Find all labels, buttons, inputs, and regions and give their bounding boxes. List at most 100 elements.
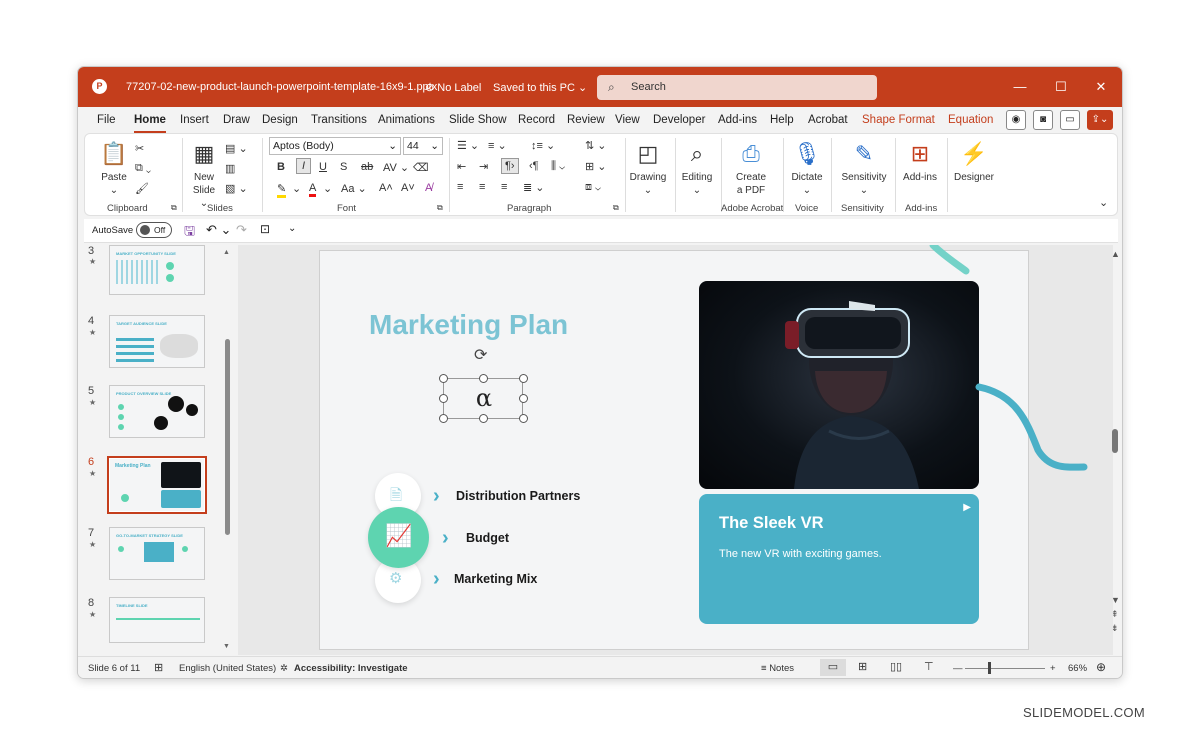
tab-draw[interactable]: Draw	[223, 114, 250, 126]
shadow-icon[interactable]: S	[340, 161, 347, 173]
tab-acrobat[interactable]: Acrobat	[808, 114, 848, 126]
thumbnail-slide-6[interactable]: Marketing Plan	[107, 456, 207, 514]
text-direction-icon[interactable]: ⇅ ⌄	[585, 139, 607, 152]
notes-button[interactable]: ≡ Notes	[761, 663, 794, 674]
tab-view[interactable]: View	[615, 114, 640, 126]
copy-icon[interactable]: ⧉ ⌄	[135, 162, 151, 175]
ltr-icon[interactable]: ¶›	[501, 158, 519, 174]
dialog-launcher-icon[interactable]: ⧉	[613, 203, 619, 213]
reset-icon[interactable]: ▥	[225, 162, 235, 175]
change-case-icon[interactable]: ⌫	[413, 161, 429, 174]
tab-equation[interactable]: Equation	[948, 114, 993, 126]
line-spacing-icon[interactable]: ↕≡ ⌄	[531, 139, 555, 152]
autosave-toggle[interactable]: Off	[136, 222, 172, 238]
editing-button[interactable]: ⌕ Editing ⌄	[679, 140, 715, 197]
scroll-up-icon[interactable]: ▲	[1111, 249, 1120, 259]
comments-icon[interactable]: ▭	[1060, 110, 1080, 130]
italic-icon[interactable]: I	[296, 158, 312, 174]
create-pdf-button[interactable]: ⎙ Create a PDF	[731, 140, 771, 197]
tab-record[interactable]: Record	[518, 114, 555, 126]
tab-home[interactable]: Home	[134, 114, 166, 133]
underline-icon[interactable]: U	[319, 161, 327, 173]
customize-qat-icon[interactable]: ⌄	[288, 223, 296, 234]
save-icon[interactable]: 🖫	[184, 222, 195, 244]
tab-help[interactable]: Help	[770, 114, 794, 126]
tab-transitions[interactable]: Transitions	[311, 114, 367, 126]
tab-shape-format[interactable]: Shape Format	[862, 114, 935, 126]
accessibility-status[interactable]: Accessibility: Investigate	[294, 663, 408, 674]
clear-formatting-icon[interactable]: A̸	[425, 182, 432, 194]
new-slide-button[interactable]: ▦ New Slide ⌄	[188, 140, 220, 210]
zoom-slider-thumb[interactable]	[988, 662, 991, 674]
thumbnail-slide-4[interactable]: TARGET AUDIENCE SLIDE	[109, 315, 205, 368]
tab-add-ins[interactable]: Add-ins	[718, 114, 757, 126]
slideshow-icon[interactable]: ⊤	[924, 660, 934, 673]
fit-to-window-icon[interactable]: ⊕	[1096, 660, 1106, 674]
dialog-launcher-icon[interactable]: ⧉	[171, 203, 177, 213]
bold-icon[interactable]: B	[277, 161, 285, 173]
thumbnail-slide-7[interactable]: GO-TO-MARKET STRATEGY SLIDE	[109, 527, 205, 580]
zoom-out-icon[interactable]: —	[953, 663, 963, 674]
format-painter-icon[interactable]: 🖌	[135, 182, 149, 195]
normal-view-icon[interactable]: ▭	[820, 659, 846, 676]
sensitivity-label[interactable]: ⊘ No Label	[425, 81, 481, 94]
zoom-level[interactable]: 66%	[1068, 663, 1087, 674]
smartart-icon[interactable]: ⧈ ⌄	[585, 181, 601, 194]
zoom-slider[interactable]	[965, 668, 1045, 669]
save-status[interactable]: Saved to this PC ⌄	[493, 81, 587, 94]
scroll-down-icon[interactable]: ▼	[1111, 595, 1120, 605]
tab-review[interactable]: Review	[567, 114, 605, 126]
tab-animations[interactable]: Animations	[378, 114, 435, 126]
spelling-icon[interactable]: ⊞	[154, 661, 163, 674]
justify-icon[interactable]: ≣ ⌄	[523, 181, 545, 194]
add-ins-button[interactable]: ⊞ Add-ins	[899, 140, 941, 184]
tab-file[interactable]: File	[97, 114, 116, 126]
record-icon[interactable]: ◉	[1006, 110, 1026, 130]
reading-view-icon[interactable]: ▯▯	[890, 660, 902, 673]
thumbnail-slide-8[interactable]: TIMELINE SLIDE	[109, 597, 205, 643]
increase-font-icon[interactable]: A˄	[379, 182, 393, 194]
thumbnails-scrollbar[interactable]: ▲ ▼	[223, 249, 230, 650]
font-size-box[interactable]: 44 ⌄	[403, 137, 443, 155]
align-text-icon[interactable]: ⊞ ⌄	[585, 160, 607, 173]
search-box[interactable]: ⌕ Search	[597, 75, 877, 100]
share-button[interactable]: ⇪⌄	[1087, 110, 1113, 130]
dictate-button[interactable]: 🎙 Dictate ⌄	[789, 140, 825, 197]
paste-button[interactable]: 📋 Paste ⌄	[99, 140, 129, 197]
tab-design[interactable]: Design	[262, 114, 298, 126]
layout-icon[interactable]: ▤ ⌄	[225, 142, 248, 155]
present-icon[interactable]: ⊡	[260, 222, 270, 236]
slide-scrollbar[interactable]: ▲ ▼ ⇞ ⇟	[1111, 249, 1121, 649]
character-spacing-icon[interactable]: AV ⌄	[383, 161, 409, 174]
bullets-icon[interactable]: ☰ ⌄	[457, 139, 479, 152]
increase-indent-icon[interactable]: ⇥	[479, 160, 488, 173]
drawing-button[interactable]: ◰ Drawing ⌄	[629, 140, 667, 197]
zoom-in-icon[interactable]: +	[1050, 663, 1056, 674]
scroll-up-icon[interactable]: ▲	[223, 249, 230, 256]
tab-developer[interactable]: Developer	[653, 114, 705, 126]
next-slide-icon[interactable]: ⇟	[1111, 623, 1119, 634]
language-indicator[interactable]: English (United States)	[179, 663, 276, 674]
decrease-indent-icon[interactable]: ⇤	[457, 160, 466, 173]
redo-icon[interactable]: ↷	[236, 222, 247, 238]
previous-slide-icon[interactable]: ⇞	[1111, 609, 1119, 620]
decrease-font-icon[interactable]: A˅	[401, 182, 415, 194]
designer-button[interactable]: ⚡ Designer	[951, 140, 997, 184]
minimize-button[interactable]: —	[1005, 77, 1035, 97]
undo-icon[interactable]: ↶ ⌄	[206, 222, 231, 238]
dialog-launcher-icon[interactable]: ⧉	[437, 203, 443, 213]
tab-insert[interactable]: Insert	[180, 114, 209, 126]
cut-icon[interactable]: ✂	[135, 142, 144, 155]
align-right-icon[interactable]: ≡	[501, 181, 507, 193]
thumbnail-slide-5[interactable]: PRODUCT OVERVIEW SLIDE	[109, 385, 205, 438]
highlight-icon[interactable]: ✎	[277, 182, 287, 198]
ribbon-collapse-icon[interactable]: ⌄	[1099, 196, 1108, 209]
tab-slide-show[interactable]: Slide Show	[449, 114, 507, 126]
scrollbar-thumb[interactable]	[225, 339, 230, 535]
section-icon[interactable]: ▧ ⌄	[225, 182, 248, 195]
scrollbar-thumb[interactable]	[1112, 429, 1118, 453]
camera-icon[interactable]: ◙	[1033, 110, 1053, 130]
strikethrough-icon[interactable]: ab	[361, 161, 373, 173]
numbering-icon[interactable]: ≡ ⌄	[488, 139, 507, 152]
align-left-icon[interactable]: ≡	[457, 181, 463, 193]
